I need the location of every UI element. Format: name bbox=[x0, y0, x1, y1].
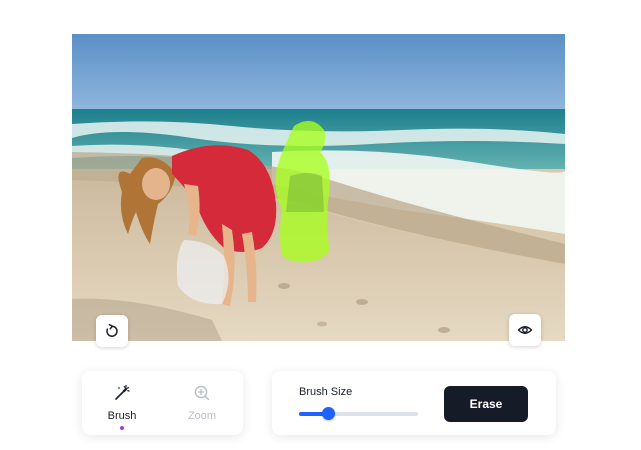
reset-button[interactable] bbox=[96, 315, 128, 347]
preview-button[interactable] bbox=[509, 314, 541, 346]
brush-size-label: Brush Size bbox=[299, 386, 353, 398]
active-tool-indicator bbox=[120, 426, 124, 430]
brush-size-slider[interactable] bbox=[299, 407, 418, 420]
zoom-tool-label: Zoom bbox=[187, 410, 217, 422]
zoom-in-icon bbox=[193, 384, 211, 402]
tool-selector: Brush Zoom bbox=[82, 371, 243, 435]
erase-button[interactable]: Erase bbox=[444, 386, 528, 422]
zoom-tool-button[interactable]: Zoom bbox=[166, 371, 238, 435]
brush-tool-label: Brush bbox=[107, 410, 137, 422]
brush-tool-button[interactable]: Brush bbox=[86, 371, 158, 435]
slider-thumb[interactable] bbox=[321, 407, 335, 420]
rotate-icon bbox=[106, 323, 118, 337]
brush-controls: Brush Size Erase bbox=[272, 371, 556, 435]
image-canvas[interactable] bbox=[72, 34, 565, 341]
eye-icon bbox=[517, 326, 533, 334]
magic-wand-icon bbox=[113, 384, 131, 402]
beach-photo bbox=[72, 34, 565, 341]
